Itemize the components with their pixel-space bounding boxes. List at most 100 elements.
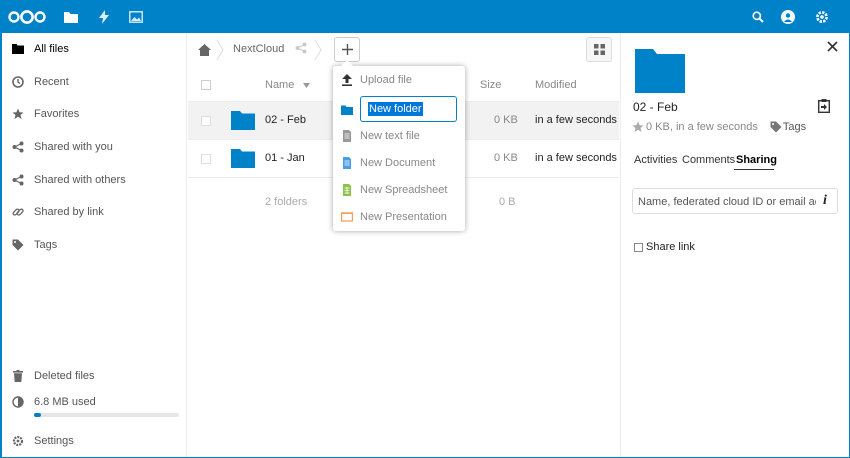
grid-view-toggle[interactable] — [586, 37, 612, 62]
menu-item-upload[interactable]: Upload file — [333, 67, 465, 93]
sidebar-item-label: Recent — [34, 76, 69, 88]
share-link-label: Share link — [646, 241, 695, 253]
contacts-icon[interactable] — [779, 0, 797, 33]
text-file-icon — [343, 130, 351, 142]
files-icon[interactable] — [60, 0, 82, 33]
sidebar-item-shared-with-you[interactable]: Shared with you — [2, 131, 186, 163]
folder-icon — [231, 111, 255, 130]
gallery-icon[interactable] — [126, 0, 146, 33]
gear-icon — [11, 434, 25, 448]
new-folder-input-value: New folder — [368, 102, 423, 116]
column-size-header[interactable]: Size — [480, 79, 501, 91]
share-input[interactable]: Name, federated cloud ID or email ad... … — [632, 188, 838, 214]
quota-bar — [34, 413, 179, 417]
share-icon — [11, 140, 25, 154]
row-checkbox[interactable] — [201, 154, 211, 164]
share-link-checkbox[interactable] — [634, 242, 643, 252]
folder-icon — [635, 49, 685, 93]
menu-item-spreadsheet[interactable]: New Spreadsheet — [333, 177, 465, 203]
sidebar-item-shared-by-link[interactable]: Shared by link — [2, 196, 186, 228]
breadcrumb-separator — [216, 39, 224, 61]
file-name[interactable]: 01 - Jan — [265, 152, 305, 164]
menu-item-text-file[interactable]: New text file — [333, 123, 465, 149]
tag-icon — [770, 121, 782, 133]
sidebar-item-recent[interactable]: Recent — [2, 66, 186, 98]
home-icon[interactable] — [196, 42, 212, 58]
star-icon — [11, 107, 25, 121]
tab-sharing[interactable]: Sharing — [736, 154, 777, 166]
close-icon[interactable] — [827, 41, 841, 55]
summary-count: 2 folders — [265, 196, 308, 208]
column-modified-header[interactable]: Modified — [535, 79, 577, 91]
menu-item-new-folder[interactable]: New folder — [333, 94, 465, 124]
clock-icon — [11, 75, 25, 89]
new-folder-input[interactable]: New folder — [360, 96, 457, 122]
quota-item: 6.8 MB used — [2, 388, 186, 416]
search-icon[interactable] — [749, 0, 767, 33]
menu-item-label: New text file — [360, 130, 420, 142]
plus-icon — [341, 44, 353, 55]
settings-item[interactable]: Settings — [2, 425, 186, 457]
menu-item-label: New Presentation — [360, 211, 447, 223]
link-icon — [11, 205, 25, 219]
share-input-placeholder: Name, federated cloud ID or email ad... — [638, 196, 816, 208]
details-sidebar: 02 - Feb 0 KB, in a few seconds Tags Act… — [620, 33, 849, 457]
sidebar-item-label: Tags — [34, 239, 58, 251]
column-name-label: Name — [265, 79, 295, 91]
quota-bar-fill — [34, 413, 42, 417]
activity-icon[interactable] — [94, 0, 114, 33]
detail-meta-text: 0 KB, in a few seconds — [646, 121, 758, 133]
folder-icon — [231, 149, 255, 168]
summary-size: 0 B — [499, 196, 516, 208]
new-file-menu: Upload file New folder New text file New… — [333, 60, 465, 231]
deleted-files-label: Deleted files — [34, 370, 95, 382]
sidebar-item-tags[interactable]: Tags — [2, 229, 186, 261]
breadcrumb-separator — [314, 39, 322, 61]
file-size: 0 KB — [494, 114, 518, 126]
settings-label: Settings — [34, 435, 74, 447]
share-icon — [11, 173, 25, 187]
tags-label[interactable]: Tags — [783, 121, 806, 133]
sidebar-item-all-files[interactable]: All files — [2, 33, 186, 65]
sidebar-item-label: Shared with others — [34, 174, 126, 186]
sidebar-item-label: Favorites — [34, 108, 80, 120]
file-name[interactable]: 02 - Feb — [265, 114, 306, 126]
sort-down-icon — [303, 83, 311, 88]
tab-comments[interactable]: Comments — [682, 154, 735, 166]
upload-icon — [342, 74, 352, 86]
presentation-icon — [341, 212, 353, 222]
file-modified: in a few seconds — [535, 114, 617, 126]
menu-item-label: Upload file — [360, 74, 412, 86]
file-size: 0 KB — [494, 152, 518, 164]
new-button[interactable] — [334, 37, 360, 62]
share-link-row[interactable]: Share link — [634, 241, 695, 253]
tab-activities[interactable]: Activities — [634, 154, 677, 166]
sidebar-item-label: Shared with you — [34, 141, 113, 153]
grid-icon — [593, 44, 605, 55]
detail-meta: 0 KB, in a few seconds Tags — [632, 121, 806, 133]
menu-item-label: New Document — [360, 157, 436, 169]
select-all-checkbox[interactable] — [201, 80, 211, 90]
sidebar-item-favorites[interactable]: Favorites — [2, 98, 186, 130]
menu-item-presentation[interactable]: New Presentation — [333, 204, 465, 230]
logo-icon[interactable] — [6, 0, 48, 33]
info-icon[interactable]: i — [823, 193, 827, 209]
menu-item-document[interactable]: New Document — [333, 150, 465, 176]
column-name-header[interactable]: Name — [265, 79, 311, 91]
tag-icon — [11, 238, 25, 252]
document-icon — [343, 157, 351, 169]
row-checkbox[interactable] — [201, 116, 211, 126]
settings-icon[interactable] — [813, 0, 831, 33]
spreadsheet-icon — [343, 184, 351, 196]
detail-file-name: 02 - Feb — [633, 100, 678, 114]
breadcrumb-root[interactable]: NextCloud — [233, 43, 284, 55]
top-header — [0, 0, 850, 33]
clipboard-icon[interactable] — [817, 99, 832, 115]
quota-label: 6.8 MB used — [34, 396, 96, 408]
favorite-star-icon[interactable] — [632, 121, 644, 133]
share-icon[interactable] — [295, 42, 309, 56]
sidebar-item-shared-with-others[interactable]: Shared with others — [2, 164, 186, 196]
sidebar-item-label: Shared by link — [34, 206, 104, 218]
folder-icon — [11, 42, 25, 56]
trash-icon — [11, 369, 25, 383]
